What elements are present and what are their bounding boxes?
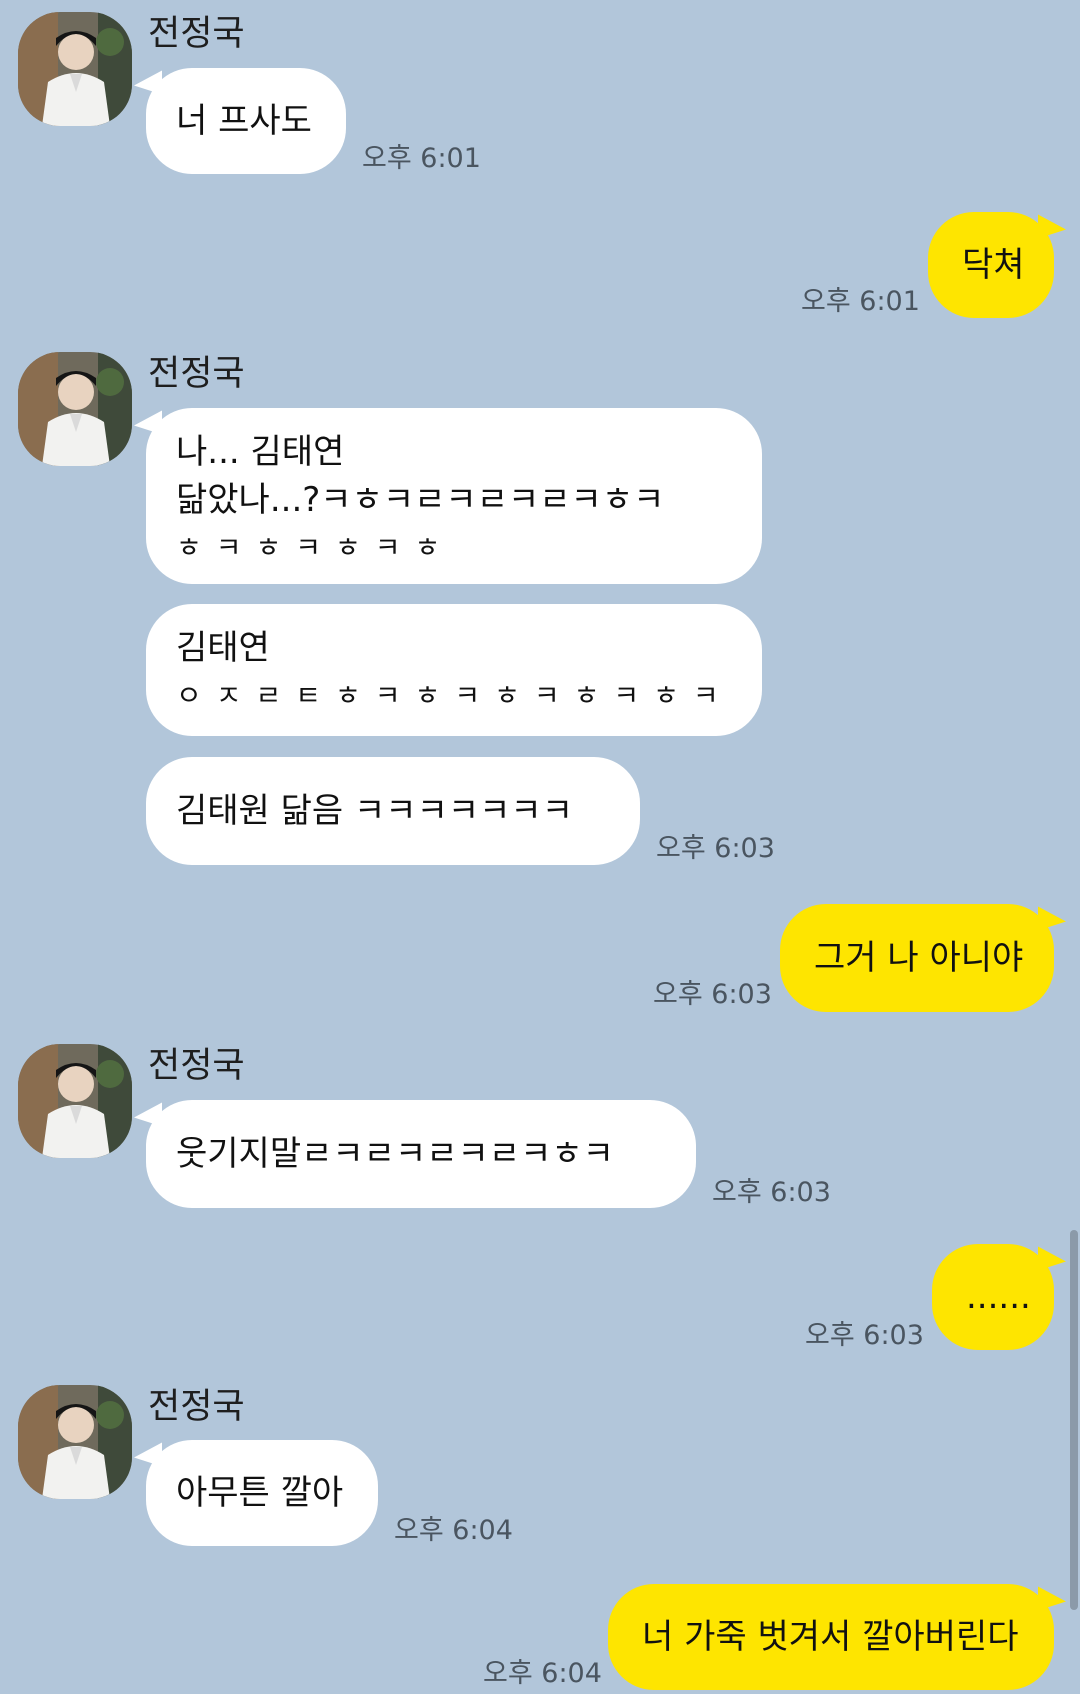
message-text: ...... [966, 1277, 1031, 1317]
avatar[interactable] [18, 1385, 132, 1499]
message-timestamp: 오후 6:03 [653, 979, 772, 1010]
avatar[interactable] [18, 12, 132, 126]
message-timestamp: 오후 6:03 [805, 1320, 924, 1351]
message-bubble-outgoing[interactable]: 그거 나 아니야 [780, 904, 1054, 1012]
message-bubble-incoming[interactable]: 나... 김태연 닮았나...?ㅋㅎㅋㄹㅋㄹㅋㄹㅋㅎㅋ ㅎㅋㅎㅋㅎㅋㅎ [146, 408, 762, 584]
sender-name: 전정국 [148, 14, 245, 54]
message-bubble-incoming[interactable]: 김태원 닮음 ㅋㅋㅋㅋㅋㅋㅋ [146, 757, 640, 865]
message-timestamp: 오후 6:04 [394, 1515, 513, 1546]
profile-photo-icon [18, 352, 132, 466]
message-text-line: 닮았나...?ㅋㅎㅋㄹㅋㄹㅋㄹㅋㅎㅋ [176, 480, 665, 520]
message-timestamp: 오후 6:01 [362, 143, 481, 174]
message-text: 닥쳐 [962, 245, 1025, 285]
message-bubble-incoming[interactable]: 아무튼 깔아 [146, 1440, 378, 1546]
profile-photo-icon [18, 1044, 132, 1158]
message-text-line: 김태연 [176, 628, 270, 668]
profile-photo-icon [18, 12, 132, 126]
message-text: 아무튼 깔아 [176, 1473, 344, 1513]
message-text-line: 나... 김태연 [176, 432, 345, 472]
message-timestamp: 오후 6:03 [712, 1177, 831, 1208]
sender-name: 전정국 [148, 354, 245, 394]
sender-name: 전정국 [148, 1046, 245, 1086]
avatar[interactable] [18, 352, 132, 466]
message-timestamp: 오후 6:01 [801, 286, 920, 317]
message-text: 웃기지말ㄹㅋㄹㅋㄹㅋㄹㅋㅎㅋ [176, 1134, 614, 1174]
message-text: 너 가죽 벗겨서 깔아버린다 [642, 1617, 1019, 1657]
avatar[interactable] [18, 1044, 132, 1158]
message-timestamp: 오후 6:04 [483, 1658, 602, 1689]
scrollbar[interactable] [1070, 1230, 1078, 1610]
message-bubble-outgoing[interactable]: ...... [932, 1244, 1054, 1350]
message-bubble-outgoing[interactable]: 너 가죽 벗겨서 깔아버린다 [608, 1584, 1054, 1690]
message-bubble-incoming[interactable]: 김태연 ㅇㅈㄹㅌㅎㅋㅎㅋㅎㅋㅎㅋㅎㅋ [146, 604, 762, 736]
message-text-line: ㅎㅋㅎㅋㅎㅋㅎ [176, 531, 455, 564]
sender-name: 전정국 [148, 1387, 245, 1427]
message-bubble-outgoing[interactable]: 닥쳐 [928, 212, 1054, 318]
message-bubble-incoming[interactable]: 너 프사도 [146, 68, 346, 174]
message-text: 너 프사도 [176, 101, 312, 141]
message-bubble-incoming[interactable]: 웃기지말ㄹㅋㄹㅋㄹㅋㄹㅋㅎㅋ [146, 1100, 696, 1208]
profile-photo-icon [18, 1385, 132, 1499]
message-text-line: ㅇㅈㄹㅌㅎㅋㅎㅋㅎㅋㅎㅋㅎㅋ [176, 679, 733, 712]
message-timestamp: 오후 6:03 [656, 833, 775, 864]
message-text: 김태원 닮음 ㅋㅋㅋㅋㅋㅋㅋ [176, 791, 573, 831]
message-text: 그거 나 아니야 [814, 938, 1024, 978]
